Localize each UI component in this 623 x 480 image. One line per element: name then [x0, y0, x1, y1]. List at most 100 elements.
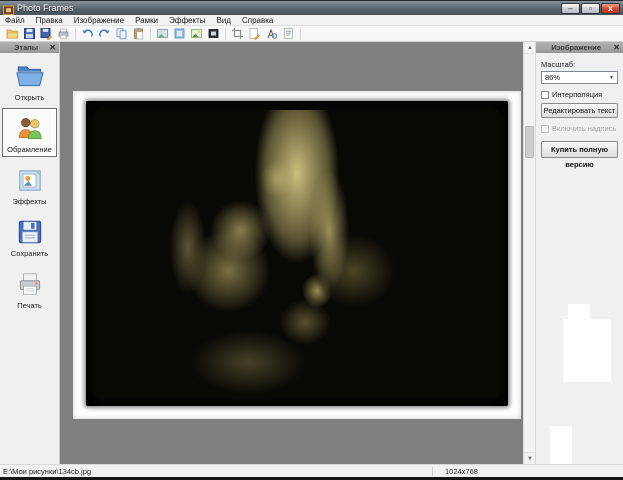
caption-label: Включить надпись — [552, 124, 616, 133]
toolbar-frame-button[interactable] — [205, 27, 222, 41]
interpolation-checkbox-row[interactable]: Интерполяция — [541, 90, 618, 99]
sidebar-item-label: Обрамление — [7, 145, 52, 154]
crop-icon — [231, 27, 244, 40]
sidebar-item-label: Открыть — [15, 93, 44, 102]
toolbar-separator — [300, 28, 301, 40]
toolbar-save-as-button[interactable] — [38, 27, 55, 41]
image-panel-close-icon[interactable]: ✕ — [613, 44, 620, 52]
chevron-down-icon: ▼ — [606, 75, 617, 81]
photo — [95, 110, 499, 397]
sidebar-item-effects[interactable]: Эффекты — [2, 160, 57, 209]
printer-icon — [15, 269, 45, 299]
toolbar-edit-text-button[interactable] — [246, 27, 263, 41]
menu-effects[interactable]: Эффекты — [169, 16, 205, 25]
frame-icon — [207, 27, 220, 40]
stages-panel-title: Этапы — [3, 43, 49, 52]
menubar: Файл Правка Изображение Рамки Эффекты Ви… — [0, 15, 623, 26]
toolbar — [0, 26, 623, 42]
effects-box-icon — [15, 165, 45, 195]
save-as-icon — [40, 27, 53, 40]
copy-icon — [115, 27, 128, 40]
stages-panel-close-icon[interactable]: ✕ — [49, 44, 56, 52]
report-icon — [282, 27, 295, 40]
sidebar-item-framing[interactable]: Обрамление — [2, 108, 57, 157]
menu-view[interactable]: Вид — [216, 16, 230, 25]
menu-file[interactable]: Файл — [5, 16, 25, 25]
open-icon — [6, 27, 19, 40]
frame-corner-icon — [88, 389, 103, 404]
menu-frames[interactable]: Рамки — [135, 16, 158, 25]
floppy-icon — [15, 217, 45, 247]
minimize-button[interactable]: – — [561, 3, 580, 14]
scale-label: Масштаб: — [541, 60, 618, 69]
edit-text-icon — [248, 27, 261, 40]
window-title: Photo Frames — [17, 3, 561, 13]
interpolation-label: Интерполяция — [552, 90, 602, 99]
render-artifact — [550, 426, 572, 466]
add-image-icon — [156, 27, 169, 40]
image-panel-title: Изображение — [539, 43, 613, 52]
toolbar-separator — [150, 28, 151, 40]
print-icon — [57, 27, 70, 40]
toolbar-separator — [225, 28, 226, 40]
paste-icon — [132, 27, 145, 40]
folder-icon — [15, 61, 45, 91]
toolbar-crop-button[interactable] — [229, 27, 246, 41]
save-icon — [23, 27, 36, 40]
sidebar-item-label: Эффекты — [12, 197, 46, 206]
sidebar-item-label: Печать — [17, 301, 42, 310]
resize-icon — [173, 27, 186, 40]
titlebar: Photo Frames – ▫ x — [0, 0, 623, 15]
find-icon — [265, 27, 278, 40]
toolbar-print-button[interactable] — [55, 27, 72, 41]
redo-icon — [98, 27, 111, 40]
render-artifact — [568, 304, 590, 320]
canvas — [60, 42, 523, 464]
toolbar-report-button[interactable] — [280, 27, 297, 41]
interpolation-checkbox[interactable] — [541, 91, 549, 99]
caption-checkbox — [541, 125, 549, 133]
edit-text-button[interactable]: Редактировать текст — [541, 103, 618, 118]
frame-corner-icon — [491, 103, 506, 118]
stages-panel-header: Этапы ✕ — [0, 42, 59, 53]
scale-combobox[interactable]: 86% ▼ — [541, 71, 618, 84]
sidebar-item-label: Сохранить — [11, 249, 48, 258]
menu-edit[interactable]: Правка — [36, 16, 63, 25]
stages-panel: Этапы ✕ Открыть Обрамление Эффекты — [0, 42, 60, 464]
photo-page — [73, 91, 521, 419]
toolbar-open-button[interactable] — [4, 27, 21, 41]
file-path: E:\Мои рисунки\134cb.jpg — [0, 467, 432, 476]
render-artifact — [563, 319, 611, 382]
scrollbar-thumb[interactable] — [525, 126, 534, 158]
toolbar-find-button[interactable] — [263, 27, 280, 41]
undo-icon — [81, 27, 94, 40]
caption-checkbox-row: Включить надпись — [541, 124, 618, 133]
image-panel: Изображение ✕ Масштаб: 86% ▼ Интерполяци… — [535, 42, 623, 464]
picture-icon — [190, 27, 203, 40]
buy-full-version-button[interactable]: Купить полную версию — [541, 141, 618, 158]
app-window: Photo Frames – ▫ x Файл Правка Изображен… — [0, 0, 623, 480]
toolbar-paste-button[interactable] — [130, 27, 147, 41]
people-icon — [15, 113, 45, 143]
frame-corner-icon — [88, 103, 103, 118]
image-resolution: 1024x768 — [433, 467, 623, 476]
maximize-button[interactable]: ▫ — [581, 3, 600, 14]
scale-value: 86% — [542, 73, 606, 82]
vertical-scrollbar[interactable]: ▲ ▼ — [523, 42, 535, 464]
toolbar-picture-button[interactable] — [188, 27, 205, 41]
photo-frame — [86, 101, 508, 406]
toolbar-resize-button[interactable] — [171, 27, 188, 41]
toolbar-separator — [75, 28, 76, 40]
menu-image[interactable]: Изображение — [74, 16, 124, 25]
sidebar-item-save[interactable]: Сохранить — [2, 212, 57, 261]
frame-corner-icon — [491, 389, 506, 404]
toolbar-add-image-button[interactable] — [154, 27, 171, 41]
toolbar-copy-button[interactable] — [113, 27, 130, 41]
toolbar-undo-button[interactable] — [79, 27, 96, 41]
toolbar-redo-button[interactable] — [96, 27, 113, 41]
menu-help[interactable]: Справка — [242, 16, 273, 25]
sidebar-item-print[interactable]: Печать — [2, 264, 57, 313]
toolbar-save-button[interactable] — [21, 27, 38, 41]
close-button[interactable]: x — [601, 3, 620, 14]
sidebar-item-open[interactable]: Открыть — [2, 56, 57, 105]
